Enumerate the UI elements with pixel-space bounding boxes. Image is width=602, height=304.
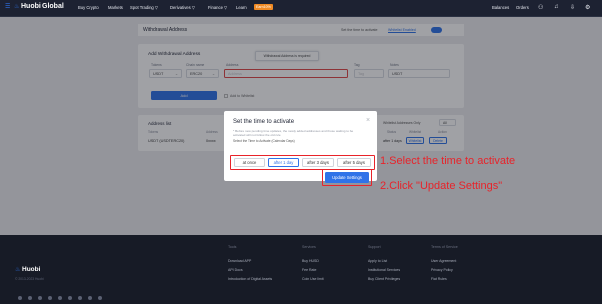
footer-link[interactable]: Buy HUSD	[302, 259, 319, 263]
nav-buy-crypto[interactable]: Buy Crypto	[78, 5, 99, 10]
footer	[0, 235, 602, 304]
nav-orders[interactable]: Orders	[516, 5, 529, 10]
annotation-step-2: 2.Click "Update Settings"	[380, 180, 503, 192]
option-after-3-days[interactable]: after 3 days	[302, 158, 334, 167]
modal-title: Set the time to activate	[233, 119, 295, 125]
footer-link[interactable]: User Agreement	[431, 259, 456, 263]
wechat-icon[interactable]	[98, 296, 102, 300]
nav-spot-trading[interactable]: Spot Trading ▽	[130, 5, 158, 10]
annotation-step-1: 1.Select the time to activate	[380, 155, 516, 167]
earn-badge[interactable]: Earn10%	[254, 4, 273, 10]
twitter-icon[interactable]	[28, 296, 32, 300]
footer-link[interactable]: Institutional Services	[368, 268, 400, 272]
footer-link[interactable]: Coin Use limit	[302, 277, 324, 281]
menu-icon[interactable]: ☰	[5, 3, 10, 10]
footer-link[interactable]: Fee Rate	[302, 268, 316, 272]
modal-description: * Before new pending time updates, the n…	[233, 129, 354, 137]
top-nav: ☰ ♨ Huobi Global Buy Crypto Markets Spot…	[0, 0, 602, 17]
gear-icon[interactable]: ⚙	[585, 4, 590, 11]
footer-col-services: Services	[302, 245, 316, 249]
nav-derivatives[interactable]: Derivatives ▽	[170, 5, 195, 10]
footer-flame-icon: ♨	[15, 267, 21, 273]
instagram-icon[interactable]	[68, 296, 72, 300]
youtube-icon[interactable]	[38, 296, 42, 300]
download-icon[interactable]: ⇩	[570, 4, 575, 11]
footer-link[interactable]: Privacy Policy	[431, 268, 453, 272]
close-icon[interactable]: ×	[366, 117, 370, 124]
flame-icon: ♨	[14, 4, 20, 10]
footer-col-support: Support	[368, 245, 381, 249]
select-time-label: Select the Time to Activate (Calendar Da…	[233, 139, 295, 143]
email-icon[interactable]	[58, 296, 62, 300]
user-icon[interactable]: ⚇	[538, 4, 543, 11]
footer-col-terms: Terms of Service	[431, 245, 458, 249]
facebook-icon[interactable]	[18, 296, 22, 300]
footer-link[interactable]: Fiat Rules	[431, 277, 447, 281]
footer-copyright: © 2013-2023 Huobi	[15, 277, 44, 281]
weibo-icon[interactable]	[88, 296, 92, 300]
option-after-1-day[interactable]: after 1 day	[268, 158, 299, 167]
option-after-5-days[interactable]: after 5 days	[337, 158, 371, 167]
nav-learn[interactable]: Learn	[236, 5, 247, 10]
footer-brand[interactable]: Huobi	[22, 266, 40, 273]
brand-huobi[interactable]: Huobi	[21, 3, 41, 10]
reddit-icon[interactable]	[78, 296, 82, 300]
footer-link[interactable]: API Docs	[228, 268, 243, 272]
footer-link[interactable]: Buy Client Privileges	[368, 277, 400, 281]
update-settings-button[interactable]: Update Settings	[325, 172, 369, 183]
option-at-once[interactable]: at once	[234, 158, 265, 167]
nav-balances[interactable]: Balances	[492, 5, 509, 10]
footer-link[interactable]: Apply to List	[368, 259, 387, 263]
footer-link[interactable]: Introduction of Digital Assets	[228, 277, 272, 281]
footer-link[interactable]: Download APP	[228, 259, 251, 263]
bell-icon[interactable]: ♫	[554, 4, 559, 10]
telegram-icon[interactable]	[48, 296, 52, 300]
footer-col-tools: Tools	[228, 245, 237, 249]
nav-finance[interactable]: Finance ▽	[208, 5, 227, 10]
nav-markets[interactable]: Markets	[108, 5, 123, 10]
brand-global[interactable]: Global	[42, 3, 64, 10]
